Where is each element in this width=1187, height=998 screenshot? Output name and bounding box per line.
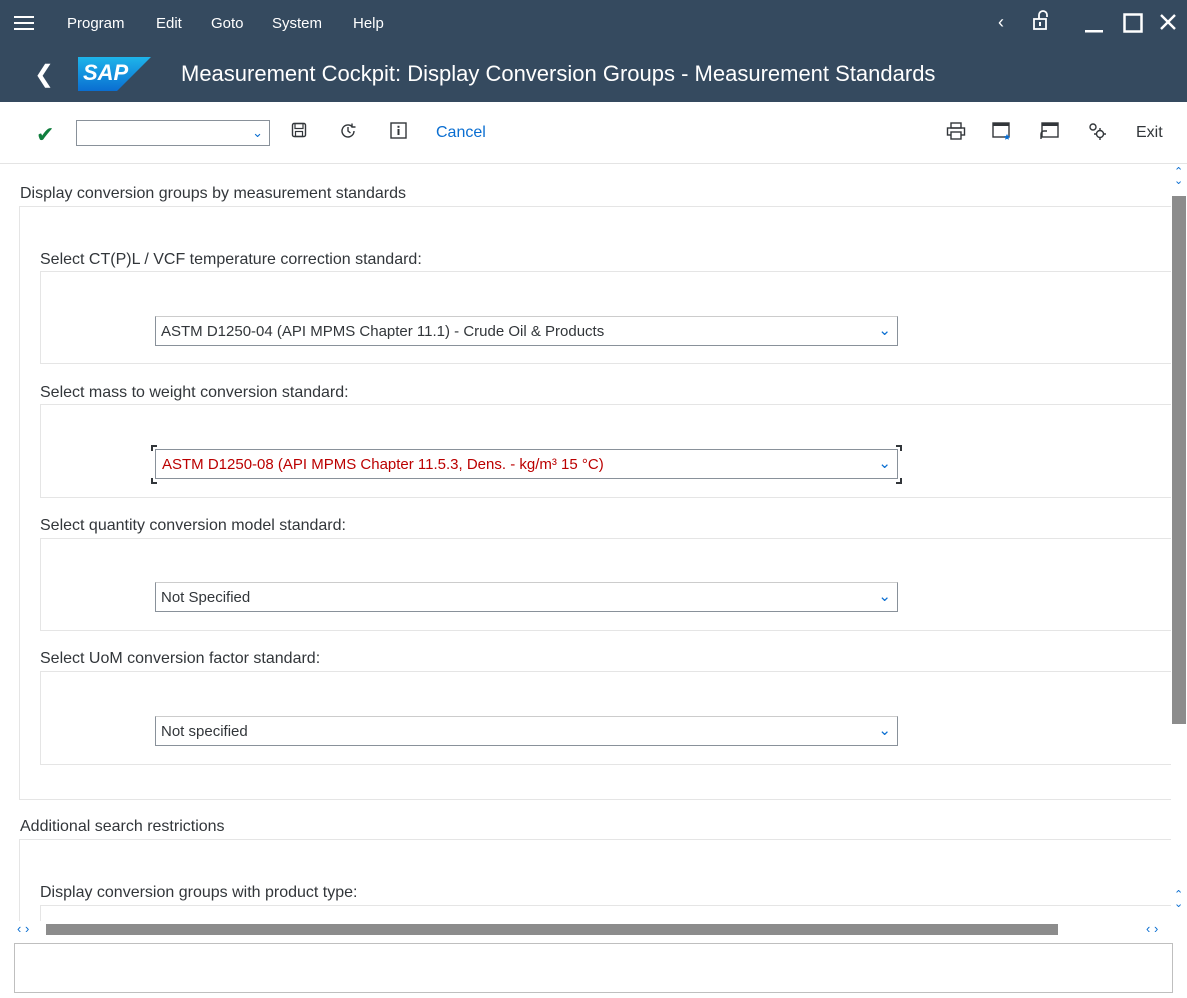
customize-icon[interactable] [1088, 122, 1106, 145]
cancel-button[interactable]: Cancel [436, 124, 486, 142]
unlock-icon[interactable] [1031, 9, 1051, 37]
scroll-right-icon[interactable]: ‹ › [1146, 922, 1158, 935]
sap-logo: SAP [78, 57, 151, 91]
new-session-icon[interactable] [992, 122, 1012, 145]
field-label-product-type: Display conversion groups with product t… [40, 884, 358, 901]
mass-weight-standard-value: ASTM D1250-08 (API MPMS Chapter 11.5.3, … [162, 456, 604, 473]
print-icon[interactable] [946, 122, 966, 145]
close-icon[interactable] [1159, 13, 1177, 37]
sap-logo-text: SAP [83, 60, 129, 85]
section-title-restrictions: Additional search restrictions [20, 818, 225, 835]
maximize-icon[interactable] [1123, 13, 1143, 39]
vertical-scrollbar[interactable]: ⌃ ⌄ ⌃ ⌄ [1171, 164, 1187, 921]
scroll-left-icon[interactable]: ‹ › [17, 922, 29, 935]
field-label-uom-factor-standard: Select UoM conversion factor standard: [40, 650, 321, 667]
chevron-down-icon[interactable]: ⌄ [878, 454, 891, 472]
collapse-icon[interactable]: ‹ [998, 12, 1004, 33]
minimize-icon[interactable] [1083, 8, 1105, 40]
exit-button[interactable]: Exit [1136, 124, 1163, 142]
focus-corner-tr [896, 445, 902, 451]
main-content: Display conversion groups by measurement… [0, 164, 1187, 921]
temperature-standard-value: ASTM D1250-04 (API MPMS Chapter 11.1) - … [161, 323, 605, 340]
save-icon[interactable] [291, 122, 307, 143]
mass-weight-standard-select[interactable]: ASTM D1250-08 (API MPMS Chapter 11.5.3, … [155, 449, 898, 479]
quantity-model-standard-value: Not Specified [161, 589, 251, 606]
menu-system[interactable]: System [272, 15, 322, 32]
menu-bar: Program Edit Goto System Help ‹ [0, 0, 1187, 48]
vertical-scroll-thumb[interactable] [1172, 196, 1186, 724]
scroll-down-icon[interactable]: ⌃ ⌄ [1174, 890, 1183, 910]
menu-edit[interactable]: Edit [156, 15, 182, 32]
chevron-down-icon[interactable]: ⌄ [252, 125, 263, 141]
quantity-model-standard-select[interactable]: Not Specified ⌄ [155, 582, 898, 612]
uom-factor-standard-value: Not specified [161, 723, 248, 740]
history-icon[interactable] [339, 122, 357, 145]
chevron-down-icon[interactable]: ⌄ [878, 321, 891, 339]
field-box-product-type [40, 905, 1171, 921]
horizontal-scroll-thumb[interactable] [46, 924, 1058, 935]
checkmark-icon[interactable]: ✔ [36, 122, 54, 148]
page-title: Measurement Cockpit: Display Conversion … [181, 61, 936, 86]
focus-corner-bl [151, 478, 157, 484]
menu-goto[interactable]: Goto [211, 15, 244, 32]
generate-shortcut-icon[interactable] [1039, 122, 1059, 145]
field-label-quantity-model-standard: Select quantity conversion model standar… [40, 517, 346, 534]
temperature-standard-select[interactable]: ASTM D1250-04 (API MPMS Chapter 11.1) - … [155, 316, 898, 346]
field-label-temperature-standard: Select CT(P)L / VCF temperature correcti… [40, 251, 422, 268]
toolbar: ✔ ⌄ Cancel Exit [0, 102, 1187, 164]
command-field[interactable]: ⌄ [76, 120, 270, 146]
field-label-mass-weight-standard: Select mass to weight conversion standar… [40, 384, 349, 401]
menu-help[interactable]: Help [353, 15, 384, 32]
info-icon[interactable] [390, 122, 407, 144]
menu-icon[interactable] [14, 13, 34, 33]
menu-program[interactable]: Program [67, 15, 125, 32]
title-bar: ❮ SAP Measurement Cockpit: Display Conve… [0, 48, 1187, 102]
status-bar [14, 943, 1173, 993]
section-title-standards: Display conversion groups by measurement… [20, 185, 406, 202]
chevron-down-icon[interactable]: ⌄ [878, 721, 891, 739]
chevron-down-icon[interactable]: ⌄ [878, 587, 891, 605]
uom-factor-standard-select[interactable]: Not specified ⌄ [155, 716, 898, 746]
focus-corner-br [896, 478, 902, 484]
horizontal-scrollbar[interactable]: ‹ › ‹ › [0, 921, 1187, 937]
focus-corner-tl [151, 445, 157, 451]
scroll-up-icon[interactable]: ⌃ ⌄ [1174, 167, 1183, 187]
back-icon[interactable]: ❮ [34, 60, 54, 89]
